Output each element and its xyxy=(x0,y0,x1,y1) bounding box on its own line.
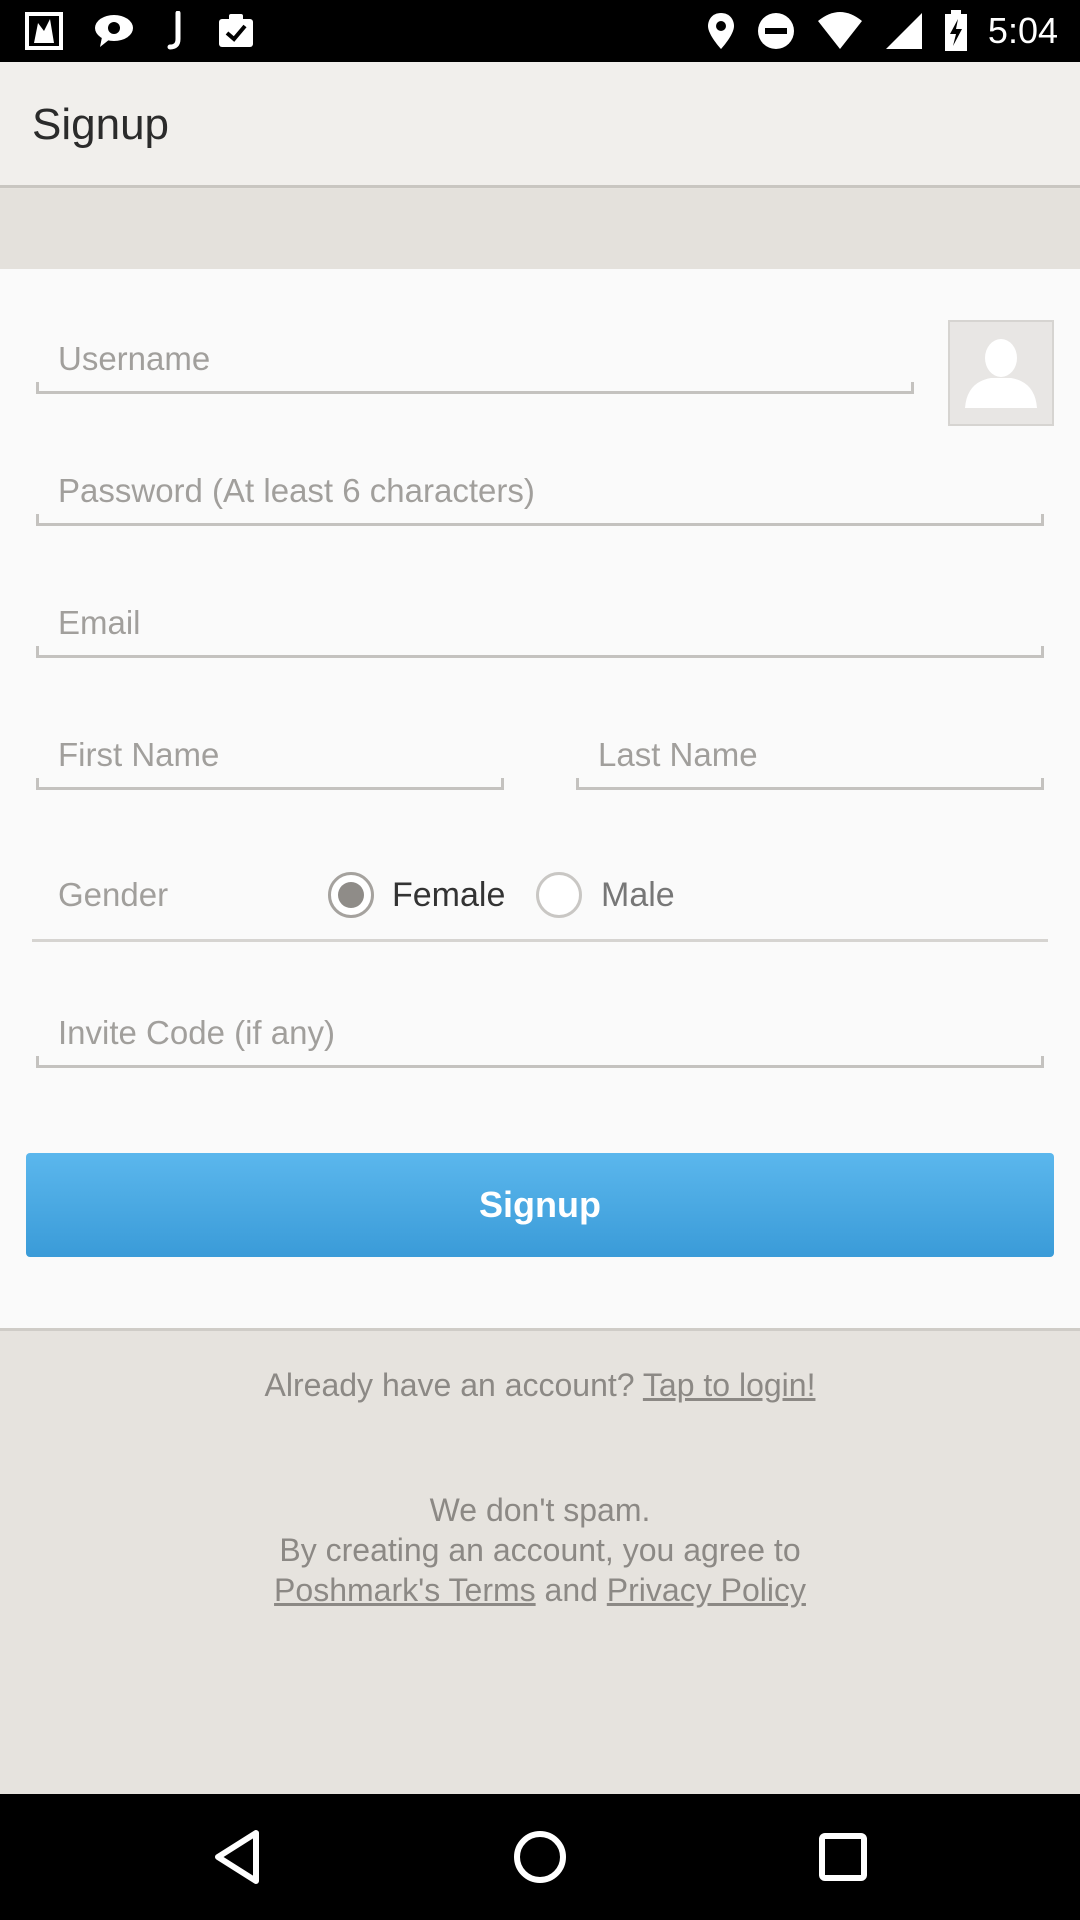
male-radio[interactable] xyxy=(536,872,582,918)
speech-bubble-icon xyxy=(95,15,133,47)
signup-button[interactable]: Signup xyxy=(26,1153,1054,1257)
do-not-disturb-icon xyxy=(757,13,794,49)
home-circle-icon xyxy=(514,1831,566,1883)
invite-code-input[interactable] xyxy=(36,1008,1044,1065)
female-radio[interactable] xyxy=(328,872,374,918)
battery-charging-icon xyxy=(944,10,967,51)
recents-square-icon xyxy=(819,1833,867,1881)
clock: 5:04 xyxy=(987,10,1058,51)
gender-label: Gender xyxy=(58,876,169,913)
back-triangle-icon xyxy=(215,1830,259,1884)
last-name-field xyxy=(576,730,1044,790)
login-prompt-text: Already have an account? xyxy=(264,1367,635,1403)
no-spam-text: We don't spam. xyxy=(429,1492,651,1528)
female-radio-label[interactable]: Female xyxy=(392,876,505,915)
privacy-policy-link[interactable]: Privacy Policy xyxy=(607,1572,806,1608)
location-pin-icon xyxy=(707,13,734,49)
wifi-icon xyxy=(817,12,862,49)
email-field xyxy=(36,598,1044,658)
login-prompt-line: Already have an account? Tap to login! xyxy=(0,1367,1080,1404)
image-icon xyxy=(25,12,63,50)
agree-text: By creating an account, you agree to xyxy=(279,1532,801,1568)
gender-row: Gender Female Male xyxy=(32,860,1048,942)
first-name-field xyxy=(36,730,504,790)
and-text: and xyxy=(544,1572,598,1608)
male-radio-label[interactable]: Male xyxy=(601,876,675,915)
first-name-input[interactable] xyxy=(36,730,504,787)
back-button[interactable] xyxy=(204,1824,270,1890)
page-title: Signup xyxy=(32,100,170,149)
invite-code-field xyxy=(36,1008,1044,1068)
terms-link[interactable]: Poshmark's Terms xyxy=(274,1572,536,1608)
footer: Already have an account? Tap to login! W… xyxy=(0,1332,1080,1794)
terms-block: We don't spam. By creating an account, y… xyxy=(0,1490,1080,1610)
terms-line: Poshmark's Terms and Privacy Policy xyxy=(0,1570,1080,1610)
login-link[interactable]: Tap to login! xyxy=(643,1367,816,1403)
j-app-icon xyxy=(167,11,181,50)
avatar-picker[interactable] xyxy=(948,320,1054,426)
username-input[interactable] xyxy=(36,334,914,391)
header-band xyxy=(0,189,1080,269)
app-toolbar: Signup xyxy=(0,62,1080,188)
email-input[interactable] xyxy=(36,598,1044,655)
recents-button[interactable] xyxy=(810,1824,876,1890)
password-field xyxy=(36,466,1044,526)
notification-icons xyxy=(24,10,256,52)
status-bar: 5:04 xyxy=(0,0,1080,62)
username-field xyxy=(36,334,914,394)
last-name-input[interactable] xyxy=(576,730,1044,787)
clipboard-check-icon xyxy=(219,14,253,47)
system-icons: 5:04 xyxy=(706,8,1058,54)
cell-signal-icon xyxy=(885,13,922,49)
person-icon xyxy=(965,339,1037,408)
home-button[interactable] xyxy=(507,1824,573,1890)
password-input[interactable] xyxy=(36,466,1044,523)
navigation-bar xyxy=(0,1794,1080,1920)
